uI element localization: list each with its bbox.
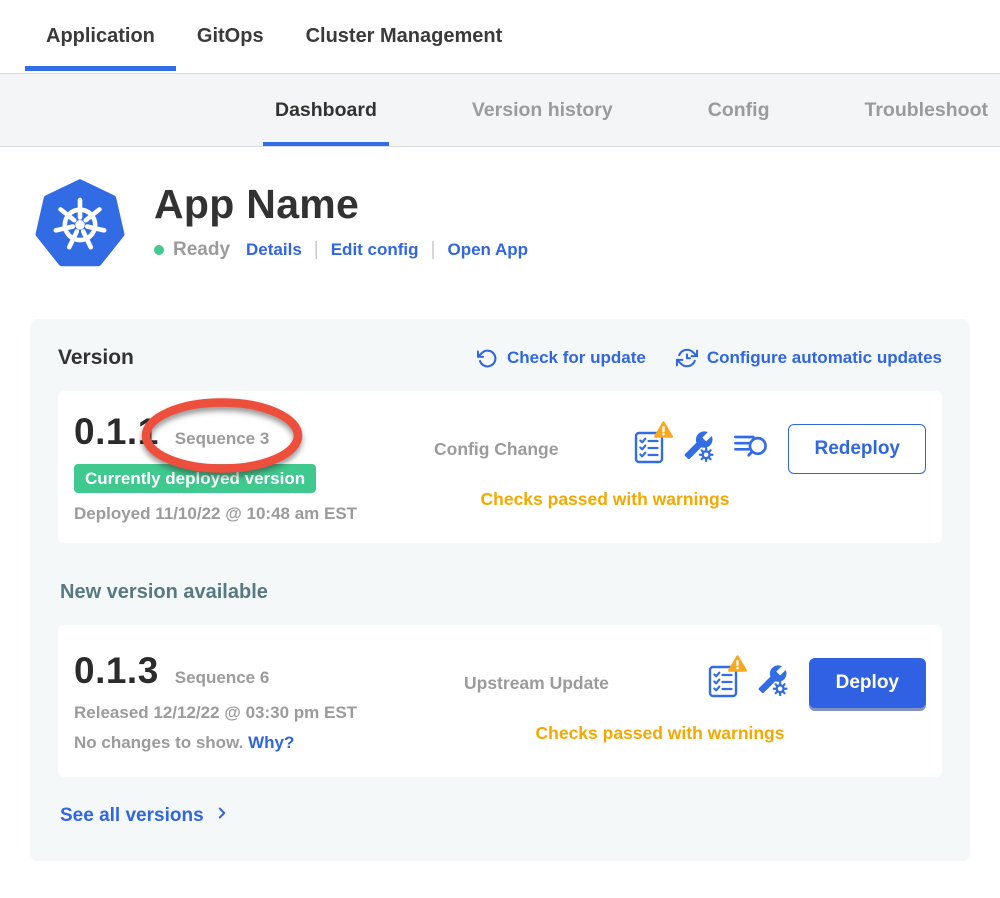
changes-text: No changes to show.	[74, 733, 243, 752]
tab-troubleshoot[interactable]: Troubleshoot	[852, 74, 1000, 146]
deployed-timestamp: Deployed 11/10/22 @ 10:48 am EST	[74, 504, 404, 524]
tab-config[interactable]: Config	[696, 74, 782, 146]
version-panel-header: Version Check for update	[58, 346, 942, 370]
tab-version-history[interactable]: Version history	[460, 74, 625, 146]
current-sequence-label: Sequence 3	[175, 429, 270, 449]
see-all-versions-link[interactable]: See all versions	[60, 804, 231, 828]
status-dot	[154, 245, 164, 255]
app-header: App Name Ready Details | Edit config | O…	[34, 177, 1000, 269]
released-timestamp: Released 12/12/22 @ 03:30 pm EST	[74, 703, 434, 723]
available-version-number: 0.1.3	[74, 650, 159, 692]
app-tabs: Dashboard Version history Config Trouble…	[0, 73, 1000, 147]
available-version-info: 0.1.3 Sequence 6 Released 12/12/22 @ 03:…	[74, 650, 434, 753]
current-sequence-text: Sequence 3	[175, 429, 270, 448]
version-source-label: Upstream Update	[464, 673, 609, 694]
app-header-text: App Name Ready Details | Edit config | O…	[154, 177, 528, 269]
checks-status-text: Checks passed with warnings	[434, 723, 926, 744]
available-sequence-label: Sequence 6	[175, 668, 270, 688]
check-for-update-label: Check for update	[507, 348, 646, 368]
deployed-badge: Currently deployed version	[74, 464, 316, 493]
refresh-icon	[477, 348, 498, 369]
see-all-versions-label: See all versions	[60, 805, 204, 827]
nav-item-application[interactable]: Application	[25, 0, 176, 73]
version-action-icons	[634, 430, 768, 469]
file-diff-icon[interactable]	[733, 432, 768, 466]
current-version-actions: Config Change	[404, 424, 926, 510]
tab-dashboard[interactable]: Dashboard	[263, 74, 389, 146]
warning-triangle-icon	[728, 655, 747, 672]
kubernetes-logo	[34, 177, 126, 269]
link-separator: |	[314, 239, 319, 261]
redeploy-button[interactable]: Redeploy	[788, 424, 926, 474]
checks-status-text: Checks passed with warnings	[404, 489, 926, 510]
current-version-info: 0.1.1 Sequence 3 Currently deployed vers…	[74, 411, 404, 524]
current-version-number: 0.1.1	[74, 411, 159, 453]
available-version-card: 0.1.3 Sequence 6 Released 12/12/22 @ 03:…	[58, 625, 942, 777]
warning-triangle-icon	[654, 421, 673, 438]
version-panel: Version Check for update	[30, 319, 970, 861]
configure-automatic-updates-link[interactable]: Configure automatic updates	[676, 347, 942, 369]
panel-title: Version	[58, 346, 134, 370]
wrench-gear-icon[interactable]	[682, 430, 715, 468]
version-action-icons	[708, 664, 789, 703]
link-separator: |	[431, 239, 436, 261]
available-version-actions: Upstream Update	[434, 658, 926, 744]
panel-actions: Check for update Configure automatic upd…	[477, 347, 942, 369]
nav-item-gitops[interactable]: GitOps	[176, 0, 285, 73]
nav-item-cluster-management[interactable]: Cluster Management	[285, 0, 524, 73]
changes-note: No changes to show. Why?	[74, 733, 434, 753]
configure-automatic-updates-label: Configure automatic updates	[707, 348, 942, 368]
check-for-update-link[interactable]: Check for update	[477, 348, 646, 369]
wrench-gear-icon[interactable]	[756, 664, 789, 702]
current-version-card: 0.1.1 Sequence 3 Currently deployed vers…	[58, 391, 942, 543]
new-version-heading: New version available	[60, 581, 942, 604]
open-app-link[interactable]: Open App	[447, 240, 528, 260]
why-link[interactable]: Why?	[248, 733, 294, 752]
primary-nav: Application GitOps Cluster Management	[0, 0, 1000, 73]
deploy-button[interactable]: Deploy	[809, 658, 926, 708]
preflight-checklist-icon[interactable]	[634, 430, 664, 469]
chevron-right-icon	[213, 804, 231, 828]
status-row: Ready Details | Edit config | Open App	[154, 239, 528, 261]
preflight-checklist-icon[interactable]	[708, 664, 738, 703]
available-sequence-text: Sequence 6	[175, 668, 270, 687]
page-title: App Name	[154, 181, 528, 228]
status-badge: Ready	[173, 239, 230, 261]
edit-config-link[interactable]: Edit config	[331, 240, 419, 260]
clock-refresh-icon	[676, 347, 698, 369]
details-link[interactable]: Details	[246, 240, 302, 260]
version-source-label: Config Change	[434, 439, 558, 460]
